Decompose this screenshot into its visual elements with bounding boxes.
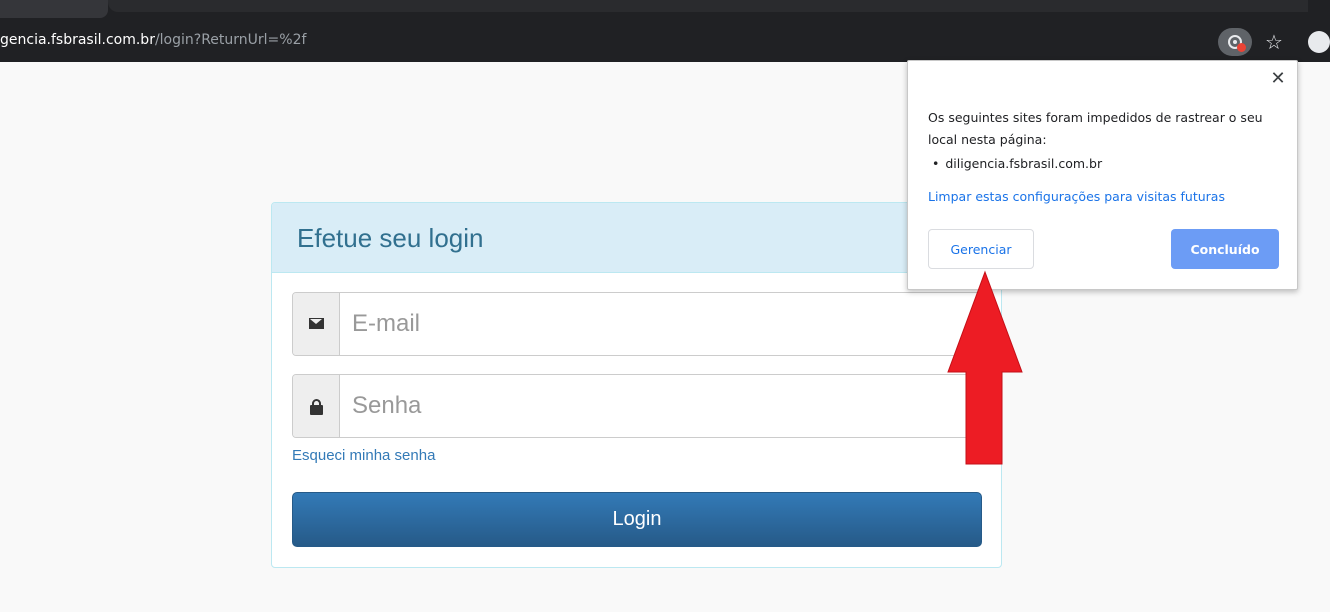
blocked-site-name: diligencia.fsbrasil.com.br bbox=[945, 156, 1103, 171]
envelope-icon bbox=[309, 318, 324, 329]
red-arrow-shape bbox=[947, 270, 1023, 465]
popup-message: Os seguintes sites foram impedidos de ra… bbox=[928, 110, 1263, 147]
star-icon[interactable]: ☆ bbox=[1265, 28, 1283, 56]
email-input-group bbox=[292, 292, 982, 356]
done-button[interactable]: Concluído bbox=[1171, 229, 1279, 269]
browser-tab[interactable] bbox=[0, 0, 108, 18]
forgot-password-link[interactable]: Esqueci minha senha bbox=[292, 447, 435, 464]
address-bar[interactable]: gencia.fsbrasil.com.br/login?ReturnUrl=%… bbox=[0, 22, 1330, 62]
login-button[interactable]: Login bbox=[292, 492, 982, 547]
tab-strip-background bbox=[108, 0, 1308, 12]
blocked-site-item: • diligencia.fsbrasil.com.br bbox=[932, 153, 1102, 175]
password-addon bbox=[293, 375, 340, 437]
blocked-badge-icon bbox=[1237, 43, 1246, 52]
manage-button[interactable]: Gerenciar bbox=[928, 229, 1034, 269]
lock-icon bbox=[310, 399, 323, 415]
close-icon[interactable]: ✕ bbox=[1268, 69, 1288, 89]
profile-icon[interactable] bbox=[1308, 31, 1330, 53]
email-field[interactable] bbox=[341, 293, 981, 355]
url-text[interactable]: gencia.fsbrasil.com.br/login?ReturnUrl=%… bbox=[0, 32, 306, 48]
password-field[interactable] bbox=[341, 375, 981, 437]
location-blocked-icon[interactable] bbox=[1218, 28, 1252, 56]
location-blocked-popup: ✕ Os seguintes sites foram impedidos de … bbox=[907, 60, 1298, 290]
url-path: /login?ReturnUrl=%2f bbox=[154, 32, 307, 48]
page-title: Efetue seu login bbox=[297, 223, 484, 253]
password-input-group bbox=[292, 374, 982, 438]
bullet-icon: • bbox=[932, 156, 940, 171]
email-addon bbox=[293, 293, 340, 355]
url-host: gencia.fsbrasil.com.br bbox=[0, 32, 155, 48]
clear-settings-link[interactable]: Limpar estas configurações para visitas … bbox=[928, 189, 1225, 204]
red-arrow-annotation bbox=[947, 270, 1023, 465]
browser-tab-strip bbox=[0, 0, 1330, 22]
panel-heading: Efetue seu login bbox=[272, 203, 1001, 273]
login-panel: Efetue seu login Esqueci minha senha Log… bbox=[271, 202, 1002, 568]
